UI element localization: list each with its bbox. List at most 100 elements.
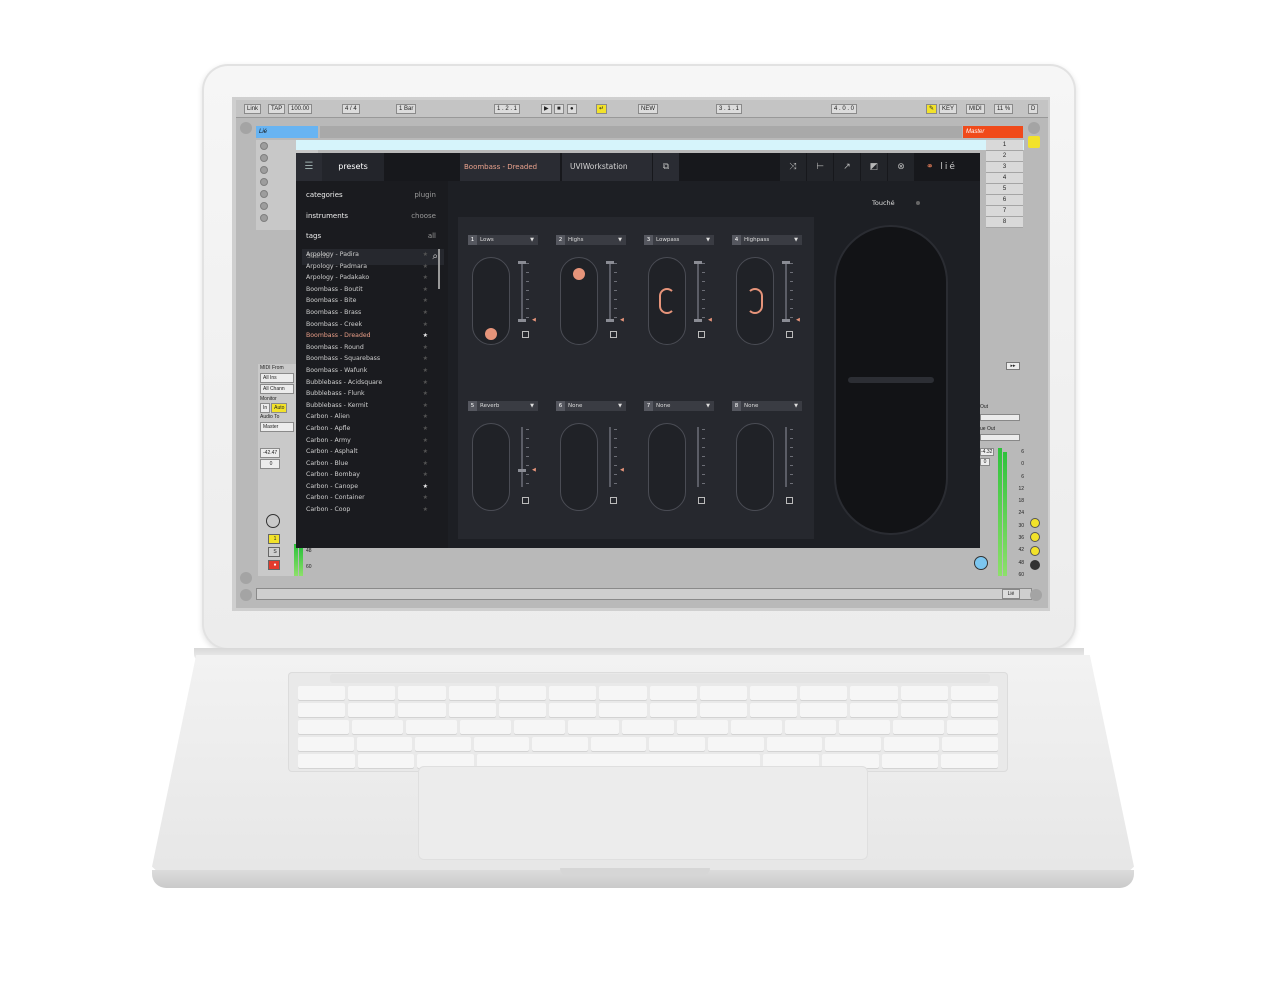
star-icon[interactable]: ★ <box>423 446 428 458</box>
crossfade-b-button[interactable] <box>1030 532 1040 542</box>
shuffle-icon[interactable]: ⤨ <box>780 153 806 181</box>
mod-slot-select[interactable]: 3 Lowpass ▼ <box>644 235 714 245</box>
star-icon[interactable]: ★ <box>423 435 428 447</box>
star-icon[interactable]: ★ <box>423 423 428 435</box>
slot-enable-checkbox[interactable] <box>786 497 793 504</box>
slider-handle[interactable] <box>518 469 526 472</box>
star-icon[interactable]: ★ <box>423 492 428 504</box>
slot-enable-checkbox[interactable] <box>522 497 529 504</box>
preset-item[interactable]: Boombass - Creek ★ <box>296 319 436 331</box>
preset-item[interactable]: Carbon - Blue ★ <box>296 458 436 470</box>
track-volume-field[interactable]: -42.47 <box>260 448 280 458</box>
arm-button[interactable]: ● <box>268 560 280 570</box>
slot-enable-checkbox[interactable] <box>522 331 529 338</box>
stopwatch-icon[interactable] <box>266 514 280 528</box>
current-preset-name[interactable]: Boombass - Dreaded <box>460 153 560 181</box>
xy-pad[interactable] <box>736 423 774 511</box>
preset-item[interactable]: Bubblebass - Acidsquare ★ <box>296 377 436 389</box>
key-map-button[interactable]: KEY <box>939 104 958 114</box>
record-icon[interactable]: ● <box>567 104 577 114</box>
scene-launch-button[interactable]: 7 <box>986 206 1023 217</box>
scene-launch-button[interactable]: 8 <box>986 217 1023 228</box>
star-icon[interactable]: ★ <box>423 272 428 284</box>
preview-button[interactable] <box>1030 560 1040 570</box>
preset-item[interactable]: Boombass - Bite ★ <box>296 295 436 307</box>
master-out-select[interactable] <box>980 414 1020 421</box>
preset-item[interactable]: Carbon - Container ★ <box>296 492 436 504</box>
clip-slot[interactable] <box>260 202 268 210</box>
track-header[interactable]: Lié <box>256 126 318 138</box>
preset-item[interactable]: Boombass - Round ★ <box>296 342 436 354</box>
slot-enable-checkbox[interactable] <box>698 497 705 504</box>
slider-handle[interactable] <box>518 261 526 264</box>
new-button[interactable]: NEW <box>638 104 658 114</box>
open-window-icon[interactable]: ⧉ <box>653 153 679 181</box>
mod-slot-select[interactable]: 1 Lows ▼ <box>468 235 538 245</box>
preset-item[interactable]: Boombass - Squarebass ★ <box>296 353 436 365</box>
star-icon[interactable]: ★ <box>423 400 428 412</box>
mod-depth-slider[interactable] <box>521 261 523 321</box>
midi-map-button[interactable]: MIDI <box>966 104 985 114</box>
loop-start-field[interactable]: 3 . 1 . 1 <box>716 104 743 114</box>
star-icon[interactable]: ★ <box>423 458 428 470</box>
clip-slot[interactable] <box>260 142 268 150</box>
master-header[interactable]: Master <box>963 126 1023 138</box>
play-icon[interactable]: ▶ <box>541 104 552 114</box>
draw-mode-icon[interactable]: ✎ <box>926 104 938 114</box>
preset-item[interactable]: Carbon - Bombay ★ <box>296 469 436 481</box>
stop-icon[interactable]: ■ <box>554 104 564 114</box>
scene-launch-button[interactable]: 4 <box>986 173 1023 184</box>
pad-position-dot[interactable] <box>485 328 497 340</box>
cue-volume-knob[interactable] <box>974 556 988 570</box>
slider-handle[interactable] <box>694 319 702 322</box>
star-icon[interactable]: ★ <box>423 411 428 423</box>
slot-enable-checkbox[interactable] <box>610 331 617 338</box>
preset-item[interactable]: Boombass - Dreaded ★ <box>296 330 436 342</box>
tab-presets[interactable]: presets <box>322 153 384 181</box>
clip-slot[interactable] <box>260 214 268 222</box>
preset-item[interactable]: Carbon - Asphalt ★ <box>296 446 436 458</box>
slot-enable-checkbox[interactable] <box>786 331 793 338</box>
split-icon[interactable]: ⊢ <box>807 153 833 181</box>
scene-launch-button[interactable]: 5 <box>986 184 1023 195</box>
fold-icon[interactable] <box>240 122 252 134</box>
preset-item[interactable]: Arpology - Padakako ★ <box>296 272 436 284</box>
engine-button[interactable]: UVIWorkstation <box>562 153 652 181</box>
bottom-track-label[interactable]: Lié <box>1002 589 1020 599</box>
clip-slot[interactable] <box>260 154 268 162</box>
xy-pad[interactable] <box>472 257 510 345</box>
mod-depth-slider[interactable] <box>785 427 787 487</box>
preset-item[interactable]: Boombass - Wafunk ★ <box>296 365 436 377</box>
solo-button[interactable]: S <box>268 547 280 557</box>
signature-field[interactable]: 4 / 4 <box>342 104 360 114</box>
track-pan-field[interactable]: 0 <box>260 459 280 469</box>
mod-slot-select[interactable]: 6 None ▼ <box>556 401 626 411</box>
scene-launch-button[interactable]: 6 <box>986 195 1023 206</box>
slider-handle[interactable] <box>606 319 614 322</box>
star-icon[interactable]: ★ <box>423 295 428 307</box>
mod-depth-slider[interactable] <box>609 427 611 487</box>
mod-slot-select[interactable]: 7 None ▼ <box>644 401 714 411</box>
automation-arm-icon[interactable]: ↵ <box>596 104 608 114</box>
mod-slot-select[interactable]: 2 Highs ▼ <box>556 235 626 245</box>
cue-button[interactable] <box>1030 546 1040 556</box>
slot-enable-checkbox[interactable] <box>698 331 705 338</box>
preset-item[interactable]: Boombass - Brass ★ <box>296 307 436 319</box>
close-circle-icon[interactable]: ⊗ <box>888 153 914 181</box>
star-icon[interactable]: ★ <box>423 249 428 261</box>
xy-pad[interactable] <box>736 257 774 345</box>
fold-icon[interactable] <box>240 572 252 584</box>
mod-depth-slider[interactable] <box>521 427 523 487</box>
master-pan-field[interactable]: 0 <box>980 458 990 466</box>
xy-pad[interactable] <box>560 423 598 511</box>
tap-button[interactable]: TAP <box>268 104 286 114</box>
track-activator-button[interactable]: 1 <box>268 534 280 544</box>
cue-out-select[interactable] <box>980 434 1020 441</box>
info-view-icon[interactable] <box>240 589 252 601</box>
scene-launch-button[interactable]: 3 <box>986 162 1023 173</box>
star-icon[interactable]: ★ <box>423 481 428 493</box>
range-bracket[interactable] <box>747 288 763 314</box>
preset-item[interactable]: Carbon - Army ★ <box>296 435 436 447</box>
slider-handle[interactable] <box>782 261 790 264</box>
master-volume-field[interactable]: -4.32 <box>980 448 994 456</box>
